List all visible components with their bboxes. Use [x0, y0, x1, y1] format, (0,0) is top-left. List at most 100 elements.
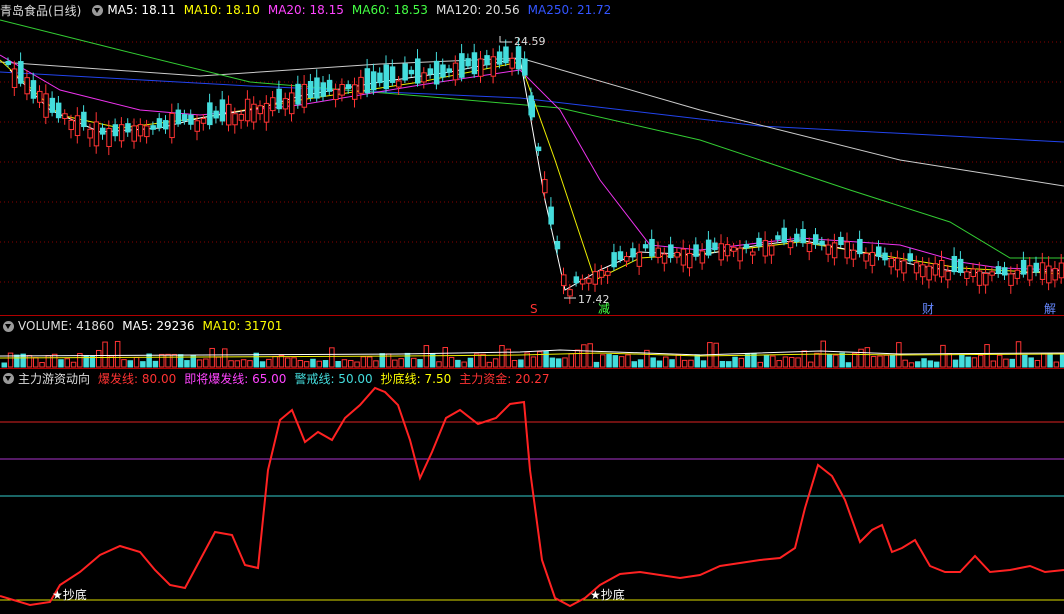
candle-down: [49, 97, 56, 113]
volume-bar-up: [228, 360, 234, 368]
candle-up: [232, 113, 238, 126]
volume-bar-up: [870, 356, 877, 368]
volume-bar-up: [675, 354, 682, 368]
candle-down: [181, 114, 188, 122]
candle-up: [976, 270, 983, 286]
candle-up: [579, 278, 586, 285]
candle-down: [611, 252, 617, 268]
candle-up: [932, 263, 939, 276]
candle-down: [188, 114, 194, 125]
event-marker: 财: [922, 302, 934, 316]
candle-up: [806, 242, 813, 253]
candle-down: [756, 237, 762, 247]
volume-bar-up: [436, 361, 442, 368]
volume-bar-up: [1041, 353, 1047, 368]
candle-down: [408, 69, 415, 75]
volume-bar-up: [581, 344, 587, 368]
candle-up: [598, 270, 605, 278]
candle-up: [863, 252, 869, 262]
candle-up: [509, 57, 515, 69]
main-capital-line: [0, 386, 1064, 608]
volume-bar-up: [240, 359, 247, 368]
volume-bar-up: [877, 355, 883, 368]
volume-bar-down: [952, 359, 959, 368]
candle-up: [1027, 265, 1033, 281]
candle-down: [630, 248, 636, 258]
candle-up: [989, 271, 995, 276]
volume-bar-up: [770, 355, 776, 368]
volume-bar-up: [33, 357, 39, 368]
candle-down: [515, 46, 522, 70]
candle-up: [226, 103, 232, 126]
volume-bar-up: [663, 356, 669, 368]
volume-bar-down: [921, 358, 927, 368]
volume-bar-down: [915, 361, 921, 368]
volume-bar-up: [366, 356, 373, 368]
volume-bar-up: [133, 356, 140, 368]
candle-down: [440, 64, 446, 78]
candle-up: [43, 93, 49, 118]
candle-down: [18, 61, 24, 84]
volume-bar-up: [285, 357, 291, 368]
candle-down: [326, 79, 333, 92]
volume-bar-up: [681, 359, 688, 368]
candle-down: [415, 58, 421, 84]
event-marker: S: [530, 302, 538, 316]
candle-down: [433, 60, 440, 85]
candle-up: [920, 264, 926, 278]
volume-bar-down: [152, 360, 159, 368]
candle-down: [857, 238, 863, 255]
volume-bar-down: [839, 352, 845, 368]
candle-down: [794, 233, 800, 243]
volume-bar-up: [392, 359, 398, 368]
volume-bar-down: [253, 352, 259, 368]
volume-bar-up: [587, 343, 593, 368]
candle-down: [100, 127, 106, 135]
volume-bar-up: [196, 359, 203, 368]
candle-down: [484, 55, 490, 66]
candle-down: [320, 82, 326, 97]
candle-down: [548, 206, 554, 225]
event-marker: 解: [1044, 302, 1056, 316]
candle-up: [674, 251, 680, 258]
candle-down: [775, 235, 781, 240]
volume-bar-down: [732, 356, 738, 368]
candle-down: [642, 244, 649, 249]
candle-up: [144, 125, 150, 138]
candle-up: [263, 102, 270, 123]
candle-up: [87, 128, 93, 139]
volume-bar-up: [978, 354, 984, 368]
candle-up: [901, 260, 907, 274]
volume-bar-up: [373, 360, 379, 368]
volume-bar-up: [121, 359, 127, 368]
candle-up: [939, 259, 945, 278]
candle-up: [396, 80, 402, 88]
volume-bar-up: [303, 361, 310, 368]
candle-up: [251, 103, 257, 123]
candle-down: [1020, 259, 1027, 275]
volume-bar-down: [700, 360, 707, 368]
volume-bar-up: [203, 358, 209, 368]
chevron-down-icon[interactable]: [3, 320, 14, 332]
candle-up: [1039, 262, 1046, 280]
candle-up: [106, 128, 112, 148]
volume-bar-up: [247, 360, 253, 368]
volume-bar-up: [360, 356, 367, 368]
volume-bar-up: [266, 358, 272, 368]
volume-bar-up: [222, 348, 228, 368]
volume-bar-down: [927, 360, 934, 368]
candle-up: [1014, 269, 1021, 279]
candle-down: [503, 46, 509, 64]
indicator-title: 主力游资动向: [18, 371, 91, 386]
candle-up: [768, 245, 775, 256]
candle-down: [743, 244, 750, 249]
chevron-down-icon[interactable]: [3, 372, 14, 384]
stock-chart-canvas[interactable]: 24.5917.42S 减财解★抄底 ★抄底: [0, 0, 1064, 614]
candle-down: [295, 83, 301, 105]
volume-bar-down: [1009, 358, 1015, 368]
candle-up: [74, 115, 81, 137]
candle-up: [301, 83, 308, 108]
candle-down: [150, 125, 156, 130]
volume-bar-up: [442, 347, 448, 368]
candle-up: [200, 118, 207, 124]
